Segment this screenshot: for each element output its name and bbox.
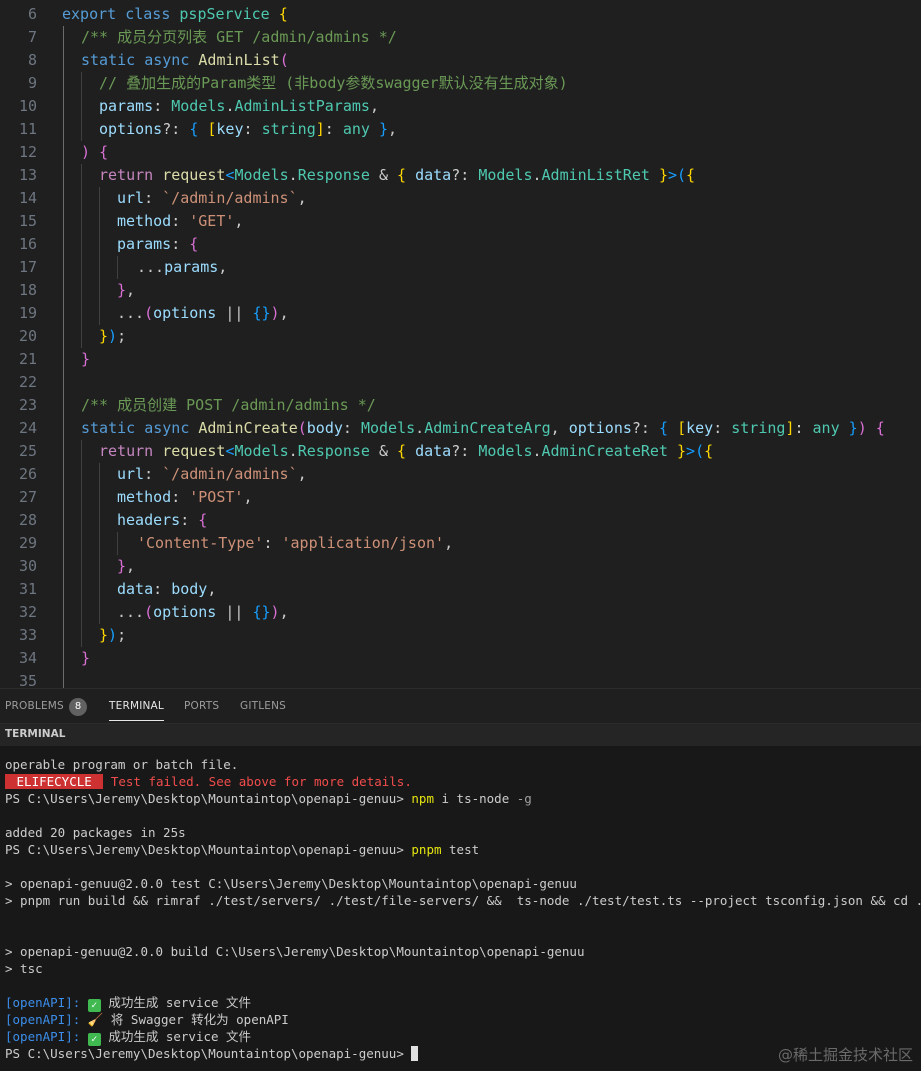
code-line: 23/** 成员创建 POST /admin/admins */ <box>0 394 921 417</box>
code-line: 14 url: `/admin/admins`, <box>0 187 921 210</box>
tab-terminal[interactable]: TERMINAL <box>109 700 164 721</box>
terminal-line: [openAPI]: 🧹 将 Swagger 转化为 openAPI <box>5 1012 289 1027</box>
elifecycle-badge: ELIFECYCLE <box>5 774 104 789</box>
watermark: @稀土掘金技术社区 <box>777 1046 913 1064</box>
terminal-line: > openapi-genuu@2.0.0 build C:\Users\Jer… <box>5 944 585 959</box>
code-line: 26 url: `/admin/admins`, <box>0 463 921 486</box>
code-line: 16 params: { <box>0 233 921 256</box>
terminal-title: TERMINAL <box>5 728 66 740</box>
terminal-line: [openAPI]: ✓ 成功生成 service 文件 <box>5 995 252 1012</box>
terminal-line: > pnpm run build && rimraf ./test/server… <box>5 893 921 908</box>
terminal-line: PS C:\Users\Jeremy\Desktop\Mountaintop\o… <box>5 791 532 806</box>
code-line: 29 'Content-Type': 'application/json', <box>0 532 921 555</box>
code-line: 31 data: body, <box>0 578 921 601</box>
terminal-cursor <box>411 1046 419 1061</box>
code-line: 7/** 成员分页列表 GET /admin/admins */ <box>0 26 921 49</box>
code-line: 11 options?: { [key: string]: any }, <box>0 118 921 141</box>
terminal-line: PS C:\Users\Jeremy\Desktop\Mountaintop\o… <box>5 842 480 857</box>
code-line: 35 <box>0 670 921 688</box>
tab-problems[interactable]: PROBLEMS <box>5 700 64 712</box>
code-line: 6 export class pspService { <box>27 5 288 23</box>
code-line: 30}, <box>0 555 921 578</box>
code-editor[interactable]: 6 export class pspService { 7/** 成员分页列表 G… <box>0 0 921 688</box>
code-line: 9// 叠加生成的Param类型 (非body参数swagger默认没有生成对象… <box>0 72 921 95</box>
code-line: 12) { <box>0 141 921 164</box>
tab-gitlens[interactable]: GITLENS <box>240 700 286 712</box>
code-line: 15 method: 'GET', <box>0 210 921 233</box>
code-line: 18}, <box>0 279 921 302</box>
code-line: 8 static async AdminList( <box>0 49 921 72</box>
code-line: 33}); <box>0 624 921 647</box>
panel-tab-bar: PROBLEMS 8 TERMINAL PORTS GITLENS <box>0 688 921 724</box>
code-line: 13 return request<Models.Response & { dat… <box>0 164 921 187</box>
terminal-line: ELIFECYCLE Test failed. See above for mo… <box>5 773 412 790</box>
code-line: 10 params: Models.AdminListParams, <box>0 95 921 118</box>
code-line: 28 headers: { <box>0 509 921 532</box>
tab-ports[interactable]: PORTS <box>184 700 219 712</box>
terminal-line: > tsc <box>5 961 43 976</box>
terminal-line: added 20 packages in 25s <box>5 825 186 840</box>
code-line: 19 ...(options || {}), <box>0 302 921 325</box>
terminal-line: PS C:\Users\Jeremy\Desktop\Mountaintop\o… <box>5 1045 419 1062</box>
code-line: 27 method: 'POST', <box>0 486 921 509</box>
terminal-header: TERMINAL <box>0 723 921 747</box>
code-line: 25 return request<Models.Response & { dat… <box>0 440 921 463</box>
broom-icon: 🧹 <box>87 1012 104 1027</box>
terminal-line: [openAPI]: ✓ 成功生成 service 文件 <box>5 1029 252 1046</box>
code-line: 32 ...(options || {}), <box>0 601 921 624</box>
code-line: 34} <box>0 647 921 670</box>
terminal-line: > openapi-genuu@2.0.0 test C:\Users\Jere… <box>5 876 577 891</box>
code-line: 20}); <box>0 325 921 348</box>
code-line: 21} <box>0 348 921 371</box>
code-line: 22 <box>0 371 921 394</box>
terminal-output[interactable]: operable program or batch file. ELIFECYC… <box>0 746 921 1071</box>
terminal-line: operable program or batch file. <box>5 757 239 772</box>
code-line: 24 static async AdminCreate(body: Models.… <box>0 417 921 440</box>
code-line: 17 ...params, <box>0 256 921 279</box>
problems-count-badge: 8 <box>69 698 87 716</box>
